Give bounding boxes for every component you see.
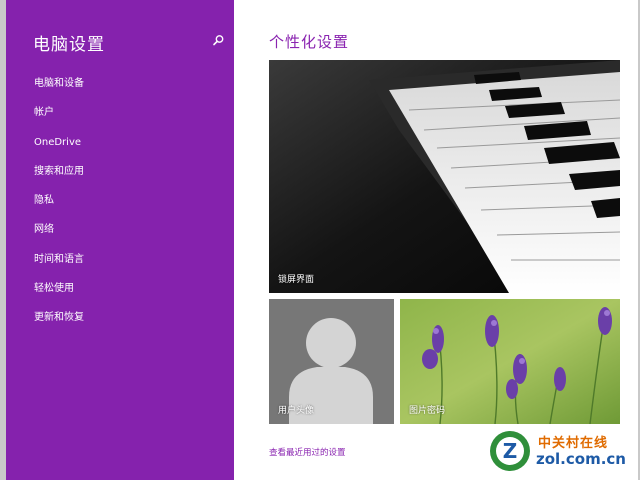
account-picture-tile[interactable]: 用户头像 [269,299,394,424]
sidebar-item-pc-and-devices[interactable]: 电脑和设备 [34,76,84,105]
picture-password-tile[interactable]: 图片密码 [400,299,620,424]
zol-watermark: Z 中关村在线 zol.com.cn [488,428,636,474]
sidebar-item-accounts[interactable]: 帐户 [34,105,84,134]
search-icon[interactable] [210,33,226,49]
watermark-brand-cn: 中关村在线 [538,436,609,451]
picture-password-label: 图片密码 [409,406,446,416]
sidebar-nav: 电脑和设备 帐户 OneDrive 搜索和应用 隐私 网络 时间和语言 轻松使用… [34,76,84,340]
sidebar-item-onedrive[interactable]: OneDrive [34,135,84,164]
sidebar-item-privacy[interactable]: 隐私 [34,193,84,222]
sidebar: 电脑设置 电脑和设备 帐户 OneDrive 搜索和应用 隐私 网络 时间和语言… [6,0,234,480]
watermark-brand-en: zol.com.cn [536,450,626,468]
zol-logo-icon: Z [490,431,530,471]
piano-image [269,60,620,293]
sidebar-item-update-and-recovery[interactable]: 更新和恢复 [34,310,84,339]
account-picture-label: 用户头像 [278,406,315,416]
sidebar-item-time-and-language[interactable]: 时间和语言 [34,252,84,281]
recent-settings-link[interactable]: 查看最近用过的设置 [269,446,346,458]
sidebar-title: 电脑设置 [33,35,105,55]
lock-screen-label: 锁屏界面 [278,275,315,285]
lock-screen-tile[interactable]: 锁屏界面 [269,60,620,293]
svg-text:Z: Z [503,439,518,463]
sidebar-item-network[interactable]: 网络 [34,222,84,251]
page-title: 个性化设置 [269,33,350,51]
main-content: 个性化设置 锁屏界面 用户头像 图片密码 查看最近用过的设置 [234,0,640,480]
sidebar-item-search-and-apps[interactable]: 搜索和应用 [34,164,84,193]
sidebar-item-ease-of-access[interactable]: 轻松使用 [34,281,84,310]
